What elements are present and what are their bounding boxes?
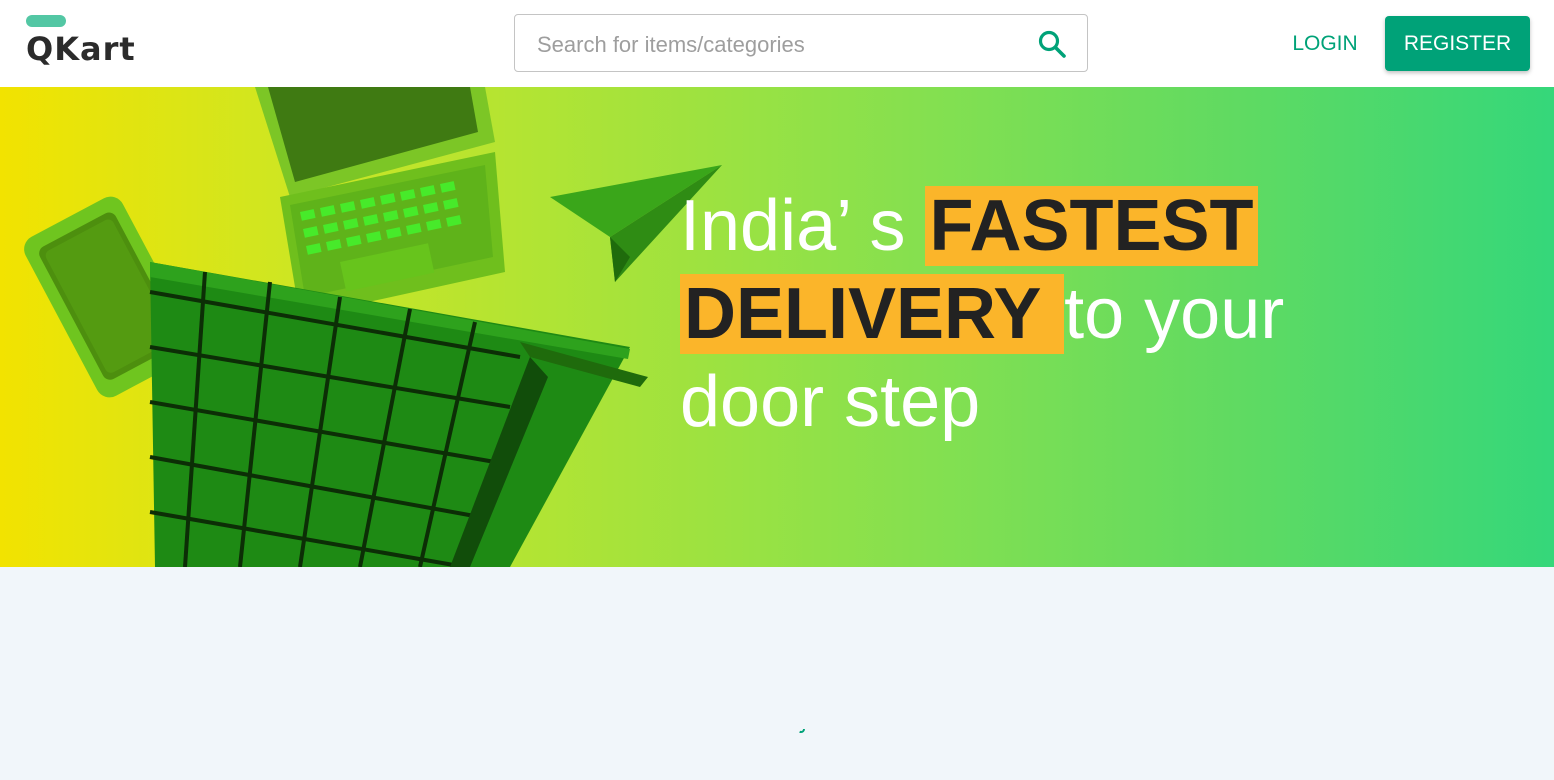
logo-accent-bar [26,15,66,27]
register-button[interactable]: REGISTER [1385,16,1530,71]
login-button[interactable]: LOGIN [1278,22,1372,66]
search-icon[interactable] [1037,29,1067,59]
shopping-illustration [24,87,722,567]
hero-text-line1: India’ s [680,186,926,266]
shopping-cart-icon [149,262,648,567]
qkart-logo[interactable]: QKart [26,14,146,74]
laptop-icon [255,87,505,317]
hero-headline: India’ s FASTEST DELIVERY to your door s… [680,182,1380,446]
top-header: QKart LOGIN REGISTER [0,0,1554,87]
hero-highlight-delivery: DELIVERY [680,274,1065,354]
hero-banner: India’ s FASTEST DELIVERY to your door s… [0,87,1554,567]
logo-text: QKart [26,30,136,68]
loading-spinner-icon [797,725,805,733]
products-area [0,567,1554,780]
hero-text-line3: door step [680,362,981,442]
search-box [514,14,1088,72]
hero-text-line2: to your [1064,274,1285,354]
hero-highlight-fastest: FASTEST [925,186,1258,266]
search-input[interactable] [535,27,1019,63]
